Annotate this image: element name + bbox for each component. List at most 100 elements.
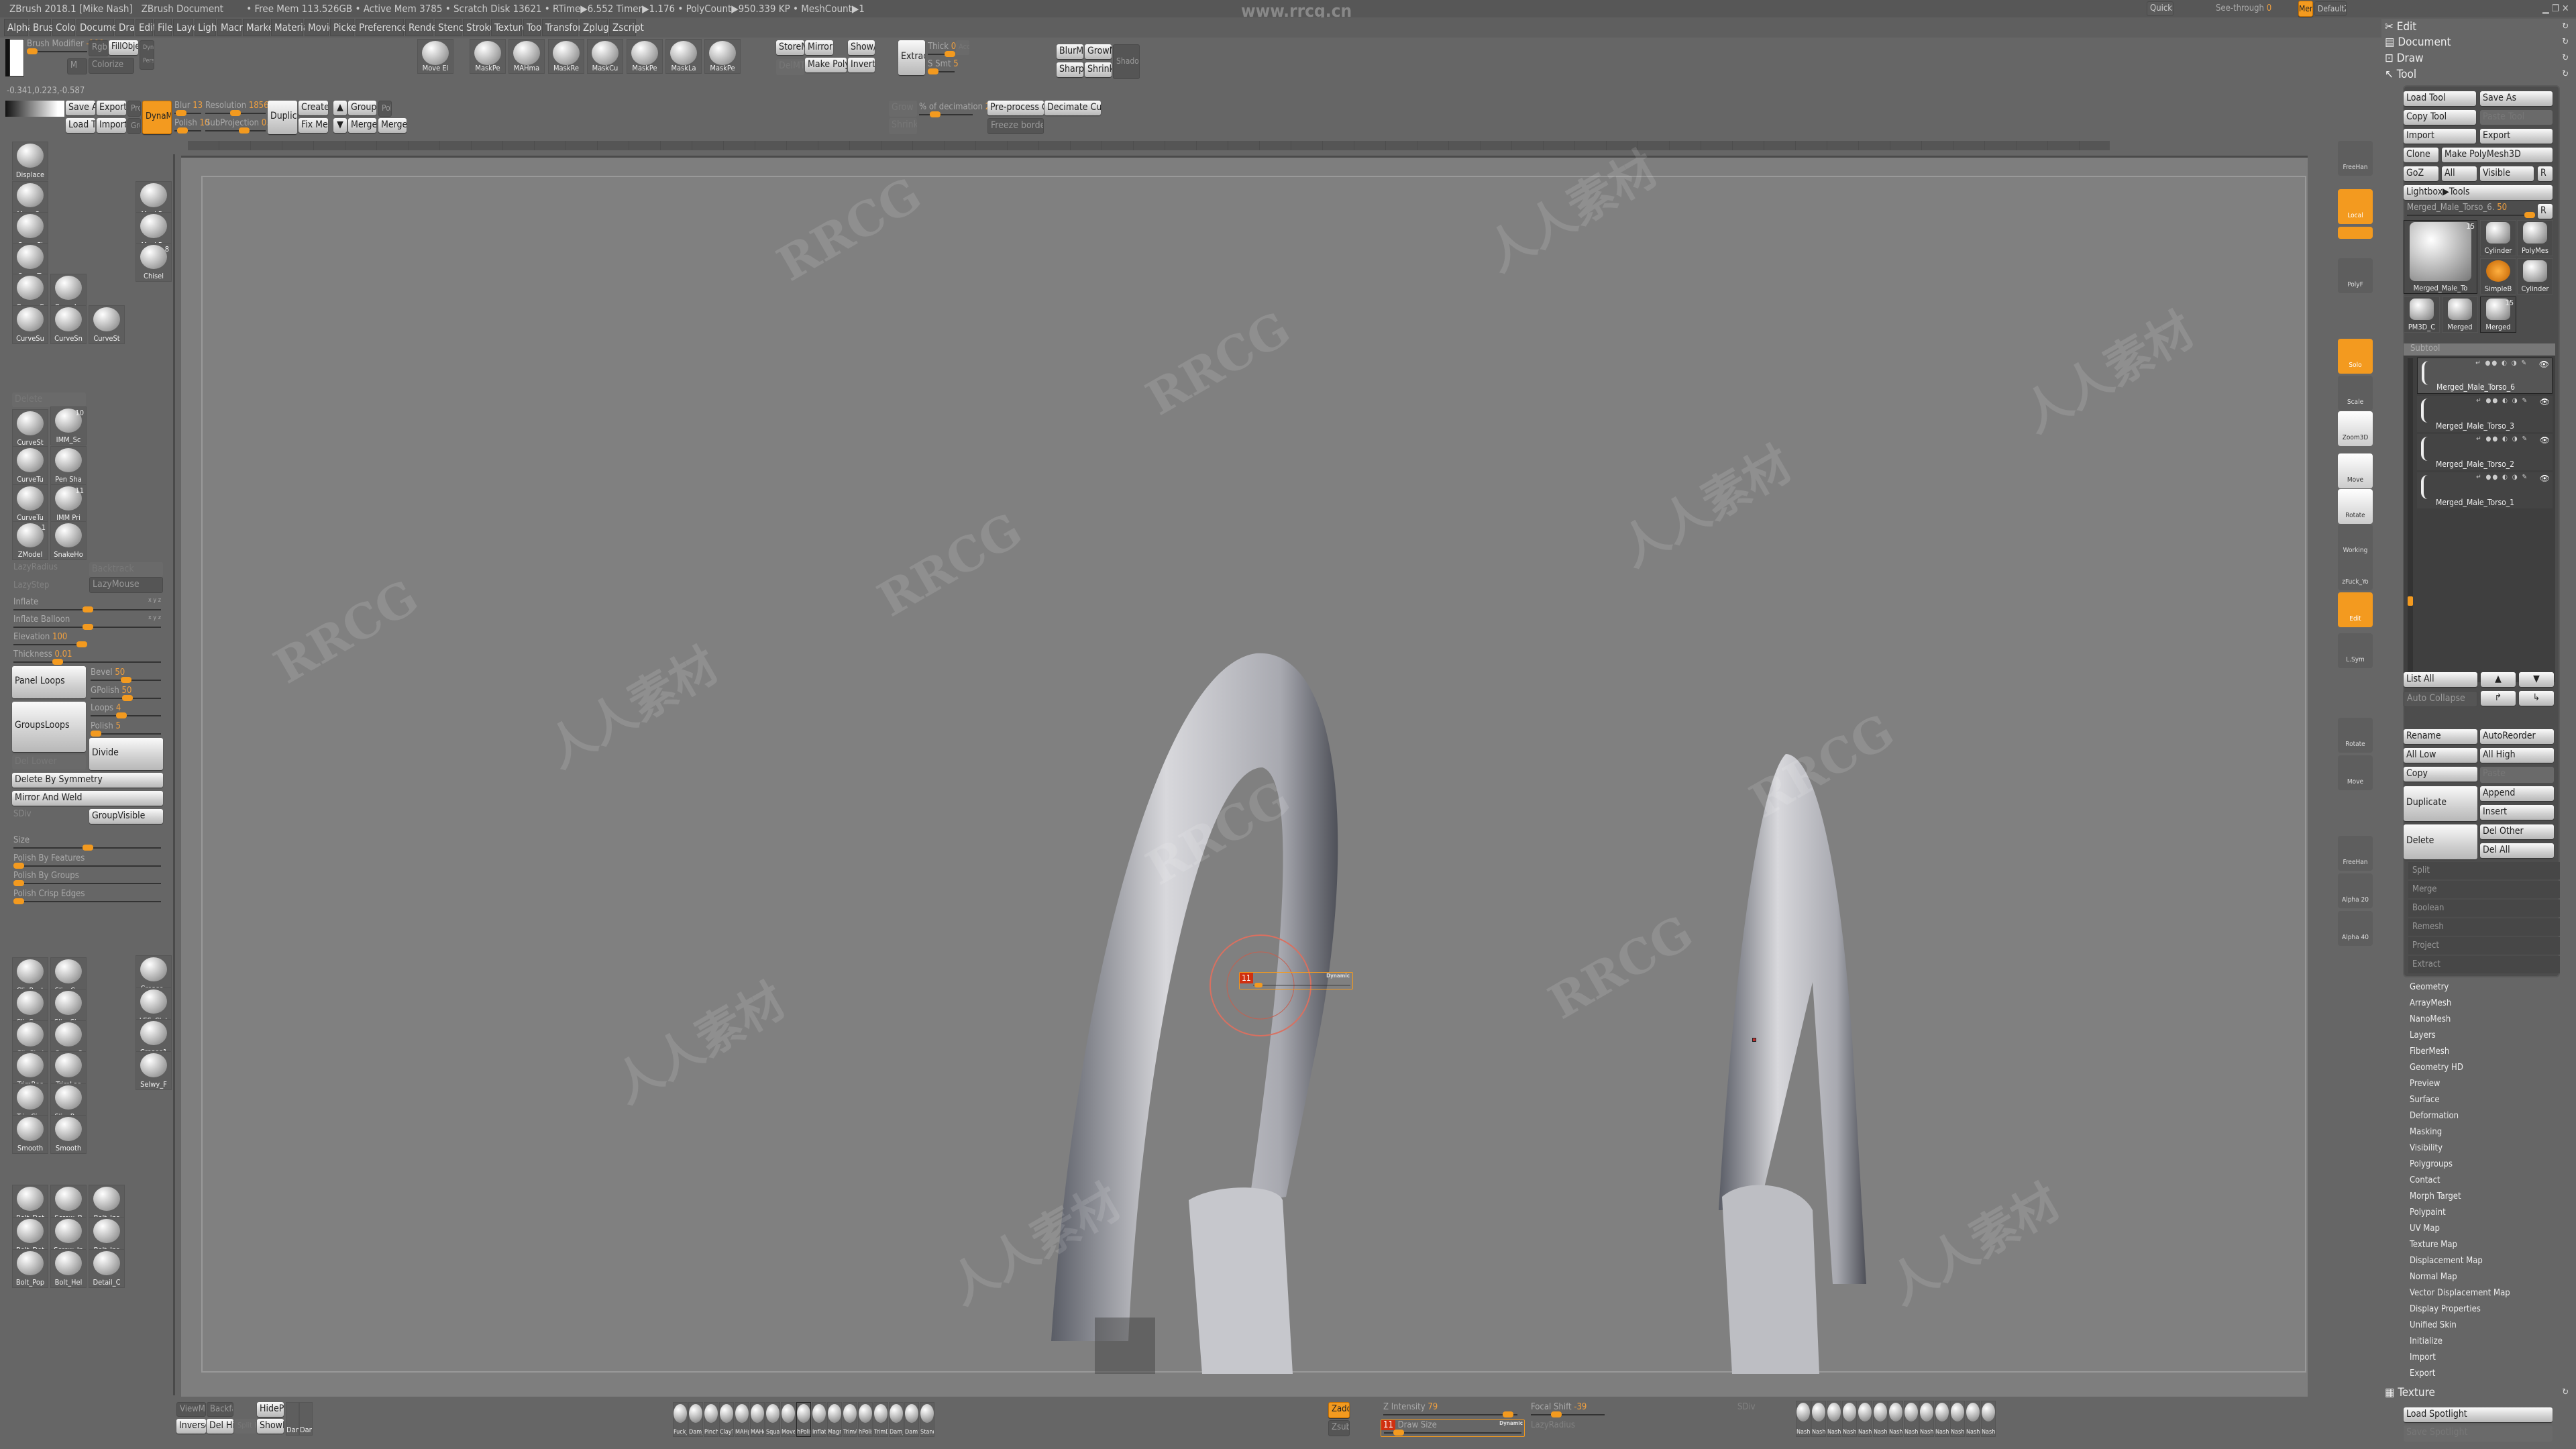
lazystep-slider[interactable]: LazyStep (13, 580, 80, 595)
merge-down-button[interactable]: MergeDown (348, 118, 376, 133)
shrink-button[interactable]: Shrink (889, 118, 917, 134)
tool-subpalette-display-properties[interactable]: Display Properties (2410, 1304, 2481, 1314)
bottom-brush-icon[interactable]: hPolish (858, 1402, 873, 1437)
rp-paste-tool-button[interactable]: Paste Tool (2480, 110, 2553, 125)
bottom-brush-icon[interactable]: MAHpol (735, 1402, 749, 1437)
colorize-button[interactable]: Colorize (89, 58, 134, 74)
brush-icon[interactable]: CurveSu (12, 305, 48, 344)
brush-icon[interactable]: CurveTu (12, 484, 48, 523)
right-tool-edit[interactable]: Edit (2338, 592, 2373, 627)
top-brush-icon[interactable]: MaskRe (548, 39, 584, 74)
top-brush-icon[interactable]: MaskCu (587, 39, 623, 74)
subtool-submenu-project[interactable]: Project (2408, 937, 2560, 955)
brush-icon[interactable]: Bolt_Pop (12, 1249, 48, 1288)
palette-tool[interactable]: ↖ Tool ↻ (2385, 66, 2573, 83)
growmask-button[interactable]: GrowMask (1085, 44, 1112, 59)
del-all-button[interactable]: Del All (2480, 843, 2554, 858)
tool-subpalette-displacement-map[interactable]: Displacement Map (2410, 1256, 2483, 1266)
right-tool-polyf[interactable]: PolyF (2338, 258, 2373, 293)
tool-subpalette-deformation[interactable]: Deformation (2410, 1111, 2459, 1121)
polish-crisp-edges-slider[interactable]: Polish Crisp Edges (13, 889, 161, 906)
right-tool-scale[interactable]: Scale (2338, 376, 2373, 411)
menu-movie[interactable]: Movie (305, 19, 335, 36)
brush-icon[interactable]: Smooth (12, 1115, 48, 1154)
shelf-scroll-strip[interactable] (188, 141, 2110, 150)
bottom-brush-icon[interactable]: TrimDyn (873, 1402, 888, 1437)
extract-button[interactable]: Extract (898, 40, 925, 75)
bottom-brush-icon[interactable]: Inflat (812, 1402, 826, 1437)
menu-file[interactable]: File (154, 19, 172, 36)
append-button[interactable]: Append (2480, 786, 2554, 801)
bottom-brush-icon[interactable]: Square_ (765, 1402, 780, 1437)
tool-subpalette-visibility[interactable]: Visibility (2410, 1143, 2443, 1153)
brush-icon[interactable]: CurveSn (50, 305, 87, 344)
tool-subpalette-morph-target[interactable]: Morph Target (2410, 1191, 2461, 1201)
subtool-item[interactable]: ↵ ●● ◐ ◑ ✎ 👁 Merged_Male_Torso_1 (2417, 472, 2553, 508)
menu-layer[interactable]: Layer (173, 19, 202, 36)
blur-slider[interactable]: Blur 13 (174, 101, 203, 116)
current-tool-slider[interactable]: Merged_Male_Torso_6. 50 (2407, 203, 2535, 219)
panel-loops-button[interactable]: Panel Loops (12, 666, 86, 698)
subtool-item[interactable]: ↵ ●● ◐ ◑ ✎ 👁 Merged_Male_Torso_6 (2417, 358, 2553, 394)
subtool-toggles[interactable]: ↵ ●● ◐ ◑ ✎ (2476, 474, 2528, 481)
bottom-brush-icon[interactable]: hPolish (796, 1402, 811, 1437)
size-slider[interactable]: Size (13, 835, 161, 853)
nash-brush-icon[interactable]: Nash-Li (1904, 1401, 1919, 1437)
gradient-swatch[interactable] (5, 101, 58, 117)
brush-icon[interactable]: SnakeHo (50, 521, 87, 560)
subtool-list[interactable]: Subtool (2404, 343, 2555, 682)
window-controls[interactable]: ▁ ❐ ✕ (2542, 0, 2569, 17)
right-tool-zoom3d[interactable]: Zoom3D (2338, 411, 2373, 446)
rp-export-button[interactable]: Export (2480, 129, 2553, 144)
showpt-button[interactable]: ShowPt (257, 1419, 284, 1434)
brush-icon[interactable]: Pen Sha (50, 446, 87, 485)
inflate-balloon-slider[interactable]: Inflate Balloon x y z (13, 614, 161, 632)
project-button[interactable]: Project (127, 101, 141, 117)
refresh-icon[interactable]: ↻ (2562, 50, 2569, 66)
subprojection-slider[interactable]: SubProjection 0.6 (205, 118, 274, 133)
rp-r-button[interactable]: R (2538, 166, 2553, 181)
bevel-slider[interactable]: Bevel 50 (91, 667, 161, 685)
all-high-button[interactable]: All High (2480, 748, 2554, 763)
show-hide-all-button[interactable]: Show/HideAll (848, 40, 875, 55)
accept-button[interactable]: Accept (956, 40, 969, 55)
tool-subpalette-fibermesh[interactable]: FiberMesh (2410, 1046, 2449, 1057)
right-tool-l-sym[interactable]: L.Sym (2338, 633, 2373, 668)
draw-size-popup[interactable]: 11 Dynamic (1239, 972, 1353, 989)
menu-edit[interactable]: Edit (136, 19, 156, 36)
nash-brush-icon[interactable]: Nash-Li (1873, 1401, 1888, 1437)
merge-visible-button[interactable]: MergeVisible (378, 118, 407, 133)
group-visible-button[interactable]: GroupVisible (89, 809, 163, 824)
menu-light[interactable]: Light (195, 19, 221, 36)
palette-document[interactable]: ▤ Document ↻ (2385, 34, 2573, 50)
right-tool-alpha-20[interactable]: Alpha 20 (2338, 873, 2373, 908)
mirror-and-weld-button[interactable]: Mirror And Weld (12, 791, 163, 806)
save-as-button[interactable]: Save As (66, 101, 95, 115)
bottom-brush-icon[interactable]: Magnify (827, 1402, 842, 1437)
polish-slider-left[interactable]: Polish 5 (91, 721, 161, 739)
auto-collapse-button[interactable]: Auto Collapse (2404, 691, 2477, 707)
brush-icon[interactable]: IMM_Sc 10 (50, 407, 87, 445)
rp-save-as-button[interactable]: Save As (2480, 91, 2553, 106)
bottom-brush-icon[interactable]: Move (781, 1402, 796, 1437)
move-down-button[interactable]: ▼ (333, 118, 347, 133)
divide-button[interactable]: Divide (89, 738, 163, 770)
rp-load-tool-button[interactable]: Load Tool (2404, 91, 2476, 106)
subtool-toggles[interactable]: ↵ ●● ◐ ◑ ✎ (2476, 397, 2528, 405)
nash-brush-icon[interactable]: Nash-Tu (1966, 1401, 1980, 1437)
groups-split-button[interactable]: Groups Split (348, 101, 376, 115)
refresh-icon[interactable]: ↻ (2562, 66, 2569, 83)
tool-subpalette-normal-map[interactable]: Normal Map (2410, 1272, 2457, 1282)
split-hidden-button[interactable]: Split Hidden (235, 1419, 256, 1434)
menu-zscript[interactable]: Zscript (609, 19, 644, 36)
tool-subpalette-vector-displacement-map[interactable]: Vector Displacement Map (2410, 1288, 2510, 1298)
lazymouse-button[interactable]: LazyMouse (89, 577, 163, 593)
texture-palette-header[interactable]: ▦ Texture ↻ (2385, 1385, 2573, 1401)
loops-slider[interactable]: Loops 4 (91, 703, 161, 720)
fix-mesh-button[interactable]: Fix Mesh (299, 118, 328, 133)
tool-subpalette-export[interactable]: Export (2410, 1368, 2435, 1379)
subtool-up-button[interactable]: ▲ (2481, 672, 2516, 687)
polish-by-groups-slider[interactable]: Polish By Groups (13, 871, 161, 888)
ssmt-slider[interactable]: S Smt 5 (928, 59, 959, 74)
nash-brush-icon[interactable]: Nash-Sl (1935, 1401, 1949, 1437)
